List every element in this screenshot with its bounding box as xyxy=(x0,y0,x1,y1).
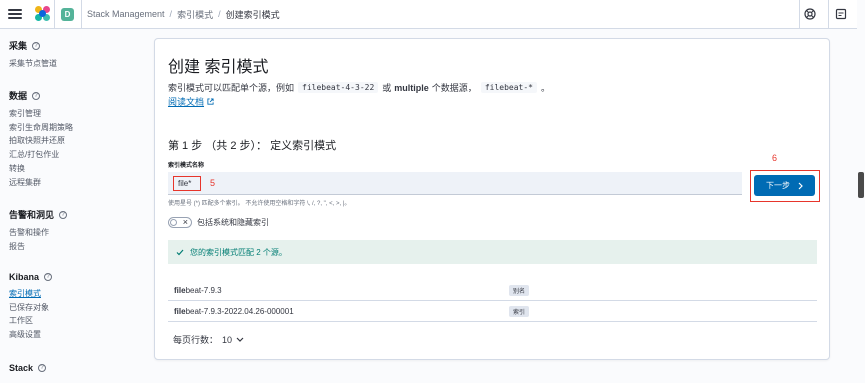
rows-per-page-label: 每页行数： xyxy=(173,335,219,345)
desc-bold: multiple xyxy=(394,82,429,93)
nav-item-transforms[interactable]: 转换 xyxy=(9,162,73,176)
rows-per-page-selector[interactable]: 每页行数： 10 xyxy=(173,333,244,346)
step-title: 第 1 步 （共 2 步）： 定义索引模式 xyxy=(168,140,337,152)
menu-icon[interactable] xyxy=(8,9,22,19)
top-header: D Stack Management / 索引模式 / 创建索引模式 xyxy=(0,0,857,29)
chevron-down-icon xyxy=(236,337,244,342)
breadcrumb-separator: / xyxy=(218,9,221,19)
scrollbar-thumb[interactable] xyxy=(858,172,864,198)
nav-group-title: Stack? xyxy=(9,363,47,373)
breadcrumb: Stack Management / 索引模式 / 创建索引模式 xyxy=(87,8,280,21)
source-type-badge: 别名 xyxy=(509,285,530,296)
external-link-icon xyxy=(207,98,214,105)
nav-item-advanced-settings[interactable]: 高级设置 xyxy=(9,328,52,342)
chevron-right-icon xyxy=(798,182,803,189)
app-root: D Stack Management / 索引模式 / 创建索引模式 采集? 采… xyxy=(0,0,865,383)
cross-icon: × xyxy=(182,217,188,227)
rows-per-page-value: 10 xyxy=(222,334,233,345)
question-icon[interactable]: ? xyxy=(32,91,41,100)
source-type-badge: 索引 xyxy=(509,306,530,317)
nav-item-rollup-jobs[interactable]: 汇总/打包作业 xyxy=(9,148,73,162)
breadcrumb-stack-management[interactable]: Stack Management xyxy=(87,9,165,19)
create-index-pattern-panel: 创建 索引模式 索引模式可以匹配单个源，例如 filebeat-4-3-22 或… xyxy=(154,38,830,360)
include-hidden-toggle-row: × 包括系统和隐藏索引 xyxy=(168,217,269,228)
nav-item-ingest-pipelines[interactable]: 采集节点管道 xyxy=(9,57,57,71)
desc-text: 个数据源， xyxy=(431,83,477,93)
desc-text: 。 xyxy=(540,83,550,93)
nav-item-remote-clusters[interactable]: 远程集群 xyxy=(9,176,73,190)
source-name: filebeat-7.9.3 xyxy=(174,285,222,295)
desc-text: 索引模式可以匹配单个源，例如 xyxy=(168,83,295,93)
header-divider xyxy=(799,0,800,29)
page-description: 索引模式可以匹配单个源，例如 filebeat-4-3-22 或 multipl… xyxy=(168,81,550,94)
index-pattern-name-input[interactable]: file* 5 xyxy=(168,172,742,195)
question-icon[interactable]: ? xyxy=(32,41,41,50)
header-divider xyxy=(54,0,55,29)
breadcrumb-current: 创建索引模式 xyxy=(225,9,280,20)
newsfeed-icon[interactable] xyxy=(834,7,847,20)
include-hidden-label: 包括系统和隐藏索引 xyxy=(197,218,269,227)
match-success-callout: 您的索引模式匹配 2 个源。 xyxy=(168,240,817,264)
help-icon[interactable] xyxy=(803,7,816,20)
read-docs-link[interactable]: 阅读文档 xyxy=(168,95,214,108)
annotation-box: 下一步 xyxy=(750,170,820,202)
next-step-button[interactable]: 下一步 xyxy=(754,175,815,196)
source-name: filebeat-7.9.3-2022.04.26-000001 xyxy=(174,306,294,316)
nav-item-ilm[interactable]: 索引生命周期策略 xyxy=(9,121,73,135)
index-pattern-name-value: file* xyxy=(173,176,201,191)
annotation-6: 6 xyxy=(772,153,778,163)
index-pattern-name-label: 索引模式名称 xyxy=(168,163,205,169)
next-step-label: 下一步 xyxy=(766,181,790,190)
nav-group-alerts: 告警和洞见? 告警和操作 报告 xyxy=(9,208,68,254)
nav-group-title: Kibana? xyxy=(9,272,53,282)
annotation-5: 5 xyxy=(210,178,216,188)
elastic-logo-icon[interactable] xyxy=(35,6,51,22)
nav-group-title: 告警和洞见? xyxy=(9,208,68,221)
matching-sources-table: filebeat-7.9.3 别名 filebeat-7.9.3-2022.04… xyxy=(168,280,817,322)
breadcrumb-separator: / xyxy=(169,9,173,19)
check-icon xyxy=(176,249,184,255)
space-avatar[interactable]: D xyxy=(61,7,74,21)
question-icon[interactable]: ? xyxy=(44,273,53,281)
nav-item-spaces[interactable]: 工作区 xyxy=(9,314,52,328)
question-icon[interactable]: ? xyxy=(38,364,47,372)
nav-group-kibana: Kibana? 索引模式 已保存对象 工作区 高级设置 xyxy=(9,272,53,342)
read-docs-label: 阅读文档 xyxy=(168,97,205,107)
nav-item-reporting[interactable]: 报告 xyxy=(9,240,67,254)
nav-item-index-patterns[interactable]: 索引模式 xyxy=(9,287,52,301)
nav-group-stack: Stack? xyxy=(9,363,47,373)
nav-group-title: 数据? xyxy=(9,89,73,102)
nav-group-data: 数据? 索引管理 索引生命周期策略 拍取快照并还原 汇总/打包作业 转换 远程集… xyxy=(9,89,73,189)
nav-group-title: 采集? xyxy=(9,39,57,52)
input-helper-text: 使用星号 (*) 匹配多个索引。 不允许使用空格和字符 \, /, ?, ", … xyxy=(168,201,351,207)
include-hidden-switch[interactable]: × xyxy=(168,217,192,228)
switch-knob xyxy=(170,219,177,226)
nav-item-index-management[interactable]: 索引管理 xyxy=(9,107,73,121)
nav-item-snapshot-restore[interactable]: 拍取快照并还原 xyxy=(9,134,73,148)
table-row[interactable]: filebeat-7.9.3 别名 xyxy=(168,280,817,301)
header-icons xyxy=(803,7,847,20)
breadcrumb-index-patterns[interactable]: 索引模式 xyxy=(177,8,213,21)
page-scrollbar[interactable] xyxy=(857,0,865,383)
desc-text: 或 xyxy=(382,83,392,93)
nav-item-saved-objects[interactable]: 已保存对象 xyxy=(9,301,52,315)
desc-code-example: filebeat-4-3-22 xyxy=(298,82,379,93)
callout-text: 您的索引模式匹配 2 个源。 xyxy=(190,247,287,257)
nav-item-alerts-actions[interactable]: 告警和操作 xyxy=(9,226,67,240)
side-nav: 采集? 采集节点管道 数据? 索引管理 索引生命周期策略 拍取快照并还原 汇总/… xyxy=(0,29,141,383)
question-icon[interactable]: ? xyxy=(59,210,68,219)
table-row[interactable]: filebeat-7.9.3-2022.04.26-000001 索引 xyxy=(168,301,817,322)
desc-code-example: filebeat-* xyxy=(480,82,537,93)
nav-group-ingest: 采集? 采集节点管道 xyxy=(9,39,57,71)
page-title: 创建 索引模式 xyxy=(168,59,269,76)
header-divider xyxy=(81,0,82,29)
